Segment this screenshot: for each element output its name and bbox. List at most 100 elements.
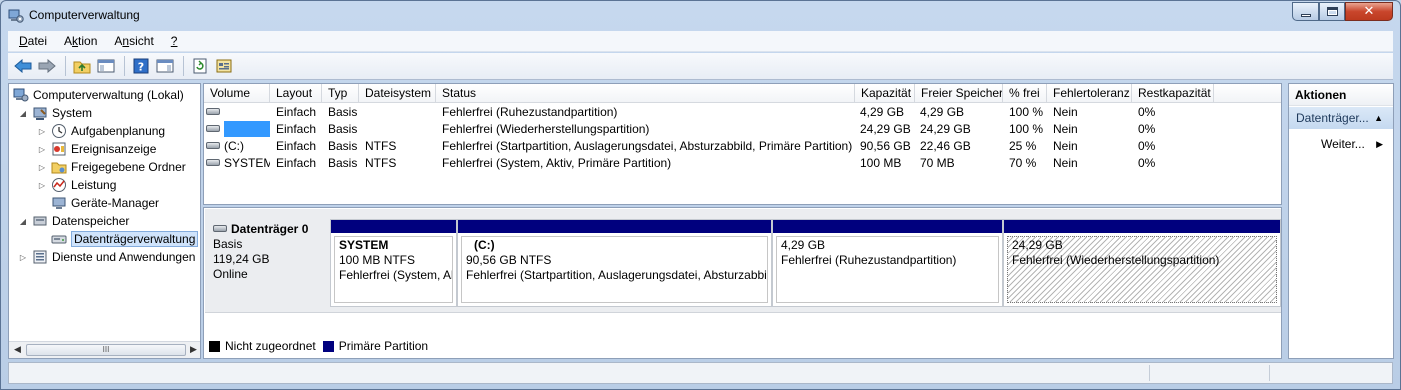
cell-volume <box>206 121 270 138</box>
tree-item-aufgabenplanung[interactable]: ▷ Aufgabenplanung <box>37 122 165 140</box>
properties-button[interactable] <box>213 55 235 77</box>
show-hide-action-button[interactable] <box>154 55 176 77</box>
up-folder-button[interactable] <box>71 55 93 77</box>
tree-item-freigegebene-ordner[interactable]: ▷ Freigegebene Ordner <box>37 158 186 176</box>
back-button[interactable] <box>12 55 34 77</box>
partition-hibernation[interactable]: 4,29 GB Fehlerfrei (Ruhezustandpartition… <box>772 219 1003 307</box>
forward-arrow-icon <box>38 59 56 73</box>
tree-item-ereignisanzeige-label: Ereignisanzeige <box>71 142 157 156</box>
tree-item-ereignisanzeige[interactable]: ▷ Ereignisanzeige <box>37 140 156 158</box>
expand-icon[interactable]: ▷ <box>37 163 47 172</box>
console-tree: Computerverwaltung (Lokal) ◢ System ▷ Au… <box>8 83 201 359</box>
actions-pane: Aktionen Datenträger... ▲ Weiter... ▶ <box>1288 83 1394 359</box>
folder-up-icon <box>73 61 91 74</box>
partition-content: (C:) 90,56 GB NTFS Fehlerfrei (Startpart… <box>461 236 768 303</box>
menu-ansicht[interactable]: Ansicht <box>103 34 159 48</box>
title-bar[interactable]: Computerverwaltung ✕ <box>1 1 1400 31</box>
minimize-button[interactable] <box>1292 2 1319 21</box>
close-button[interactable]: ✕ <box>1345 2 1393 21</box>
disk-state: Online <box>213 267 248 281</box>
app-window: Computerverwaltung ✕ Datei Aktion Ansich… <box>0 0 1401 390</box>
expand-icon[interactable]: ▷ <box>37 127 47 136</box>
cell-layout: Einfach <box>276 139 317 153</box>
tree-item-dienste[interactable]: ▷ Dienste und Anwendungen <box>18 248 196 266</box>
column-header-volume[interactable]: Volume <box>204 84 270 103</box>
menu-aktion[interactable]: Aktion <box>53 34 103 48</box>
disk-0-label[interactable]: Datenträger 0 Basis 119,24 GB Online <box>213 222 308 282</box>
menu-datei[interactable]: Datei <box>8 34 53 48</box>
column-header-kapazitaet[interactable]: Kapazität <box>855 84 915 103</box>
menu-help[interactable]: ? <box>160 34 184 48</box>
tree-item-aufgabenplanung-label: Aufgabenplanung <box>71 124 166 138</box>
collapse-up-icon[interactable]: ▲ <box>1374 107 1383 129</box>
partition-recovery[interactable]: 24,29 GB Fehlerfrei (Wiederherstellungsp… <box>1003 219 1281 307</box>
partition-system[interactable]: SYSTEM 100 MB NTFS Fehlerfrei (System, A… <box>330 219 457 307</box>
cell-kapazitaet: 90,56 GB <box>860 139 911 153</box>
column-header-status[interactable]: Status <box>436 84 855 103</box>
tree-item-geraete-manager[interactable]: Geräte-Manager <box>51 194 159 212</box>
cell-restkapazitaet: 0% <box>1138 156 1156 170</box>
table-row[interactable]: (C:) Einfach Basis NTFS Fehlerfrei (Star… <box>204 138 1281 155</box>
column-header-fehlertoleranz[interactable]: Fehlertoleranz <box>1047 84 1132 103</box>
cell-layout: Einfach <box>276 105 317 119</box>
tree-item-dienste-label: Dienste und Anwendungen <box>52 250 196 264</box>
toolbar-separator <box>124 56 125 76</box>
volume-list-header: Volume Layout Typ Dateisystem Status Kap… <box>204 84 1281 103</box>
disk-management-icon <box>51 235 67 244</box>
table-row[interactable]: Einfach Basis Fehlerfrei (Ruhezustandpar… <box>204 104 1281 121</box>
partition-size: 90,56 GB NTFS <box>466 253 552 267</box>
volume-name-edit-selection[interactable] <box>224 121 270 137</box>
cell-status: Fehlerfrei (Ruhezustandpartition) <box>442 105 618 119</box>
column-header-prozent-frei[interactable]: % frei <box>1003 84 1047 103</box>
partition-size: 24,29 GB <box>1012 238 1063 252</box>
table-row[interactable]: Einfach Basis Fehlerfrei (Wiederherstell… <box>204 121 1281 138</box>
action-weiter[interactable]: Weiter... ▶ <box>1289 134 1393 154</box>
help-button[interactable]: ? <box>130 55 152 77</box>
tree-item-root[interactable]: Computerverwaltung (Lokal) <box>13 86 184 104</box>
expand-icon[interactable]: ▷ <box>37 181 47 190</box>
cell-prozent-frei: 25 % <box>1009 139 1037 153</box>
partition-c[interactable]: (C:) 90,56 GB NTFS Fehlerfrei (Startpart… <box>457 219 772 307</box>
legend: Nicht zugeordnet Primäre Partition <box>209 339 435 353</box>
volume-name: SYSTEM <box>224 156 270 170</box>
cell-kapazitaet: 100 MB <box>860 156 902 170</box>
disk-type: Basis <box>213 237 243 251</box>
show-hide-tree-button[interactable] <box>95 55 117 77</box>
tree-item-leistung[interactable]: ▷ Leistung <box>37 176 116 194</box>
tree-item-root-label: Computerverwaltung (Lokal) <box>33 88 184 102</box>
menu-aktion-label: tion <box>78 34 98 48</box>
column-header-restkapazitaet[interactable]: Restkapazität <box>1132 84 1214 103</box>
status-separator <box>1269 365 1270 381</box>
partition-content: 4,29 GB Fehlerfrei (Ruhezustandpartition… <box>776 236 999 303</box>
cell-layout: Einfach <box>276 122 317 136</box>
console-tree-icon <box>97 59 115 73</box>
column-header-freier-speicher[interactable]: Freier Speicher <box>915 84 1003 103</box>
expand-icon[interactable]: ▷ <box>18 253 28 262</box>
tree-horizontal-scrollbar[interactable]: ◀ III ▶ <box>9 341 200 358</box>
cell-status: Fehlerfrei (Startpartition, Auslagerungs… <box>442 139 853 153</box>
cell-status: Fehlerfrei (Wiederherstellungspartition) <box>442 122 650 136</box>
scroll-right-icon[interactable]: ▶ <box>190 344 197 355</box>
close-icon: ✕ <box>1363 4 1375 19</box>
column-header-typ[interactable]: Typ <box>322 84 359 103</box>
column-header-dateisystem[interactable]: Dateisystem <box>359 84 436 103</box>
table-row[interactable]: SYSTEM Einfach Basis NTFS Fehlerfrei (Sy… <box>204 155 1281 172</box>
actions-section-datentraeger[interactable]: Datenträger... ▲ <box>1289 107 1393 129</box>
refresh-button[interactable] <box>189 55 211 77</box>
actions-section-label: Datenträger... <box>1296 111 1369 125</box>
partition-status: Fehlerfrei (Ruhezustandpartition) <box>781 253 957 267</box>
collapse-icon[interactable]: ◢ <box>18 109 28 118</box>
partition-type-bar <box>331 220 456 233</box>
scroll-thumb[interactable]: III <box>26 344 186 356</box>
maximize-button[interactable] <box>1319 2 1345 21</box>
forward-button[interactable] <box>36 55 58 77</box>
column-header-layout[interactable]: Layout <box>270 84 322 103</box>
tree-item-system[interactable]: ◢ System <box>18 104 92 122</box>
tree-item-datentraegerverwaltung[interactable]: Datenträgerverwaltung <box>51 230 199 248</box>
expand-icon[interactable]: ▷ <box>37 145 47 154</box>
cell-dateisystem: NTFS <box>365 156 397 170</box>
tree-item-datenspeicher[interactable]: ◢ Datenspeicher <box>18 212 129 230</box>
scroll-left-icon[interactable]: ◀ <box>14 344 21 355</box>
cell-layout: Einfach <box>276 156 317 170</box>
collapse-icon[interactable]: ◢ <box>18 217 28 226</box>
